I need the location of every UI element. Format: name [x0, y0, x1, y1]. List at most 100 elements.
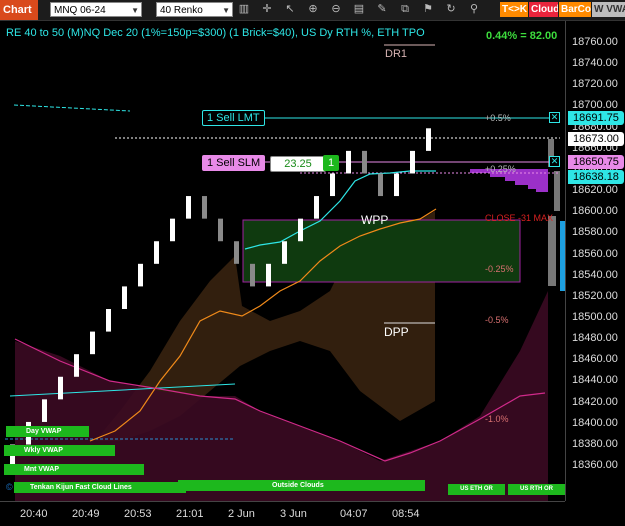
bar-type-value: 40 Renko — [160, 5, 203, 16]
slm-quantity-field[interactable]: 1 — [323, 155, 340, 171]
cloud-toggle-button[interactable]: Cloud — [529, 2, 558, 17]
cancel-sell-slm-icon[interactable]: ✕ — [549, 156, 560, 167]
instrument-selector[interactable]: MNQ 06-24 ▼ — [50, 2, 142, 17]
time-tick-label: 3 Jun — [280, 508, 307, 520]
slm-price-field[interactable]: 23.25 — [270, 156, 326, 172]
sell-lmt-price-label: 18691.75 — [568, 111, 624, 125]
price-axis[interactable]: 18760.00 18740.00 18720.00 18700.00 18680.00… — [565, 21, 625, 501]
renko-brick-down — [218, 218, 223, 242]
price-tick-label: 18580.00 — [572, 226, 618, 239]
sell-limit-order-tag[interactable]: 1 Sell LMT — [202, 110, 265, 126]
renko-brick-down — [378, 173, 383, 197]
attach-icon[interactable]: ⚲ — [467, 2, 481, 17]
dr1-label: DR1 — [385, 48, 408, 60]
zoom-in-icon[interactable]: ⊕ — [306, 2, 320, 17]
close-max-label: CLOSE -31 MAX — [485, 213, 554, 223]
time-tick-label: 08:54 — [392, 508, 420, 520]
renko-brick-up — [282, 241, 287, 264]
renko-brick-up — [154, 241, 159, 264]
renko-brick-up — [426, 128, 431, 151]
wkly-vwap-button[interactable]: Wkly VWAP — [4, 445, 115, 456]
mnt-vwap-button[interactable]: Mnt VWAP — [4, 464, 144, 475]
price-tick-label: 18700.00 — [572, 99, 618, 112]
price-tick-label: 18540.00 — [572, 268, 618, 281]
price-tick-label: 18740.00 — [572, 57, 618, 70]
us-eth-or-button[interactable]: US ETH OR — [448, 484, 505, 495]
renko-brick-up — [170, 218, 175, 242]
price-tick-label: 18380.00 — [572, 437, 618, 450]
cancel-sell-lmt-icon[interactable]: ✕ — [549, 112, 560, 123]
price-tick-label: 18620.00 — [572, 184, 618, 197]
bar-type-selector[interactable]: 40 Renko ▼ — [156, 2, 233, 17]
last-price-label: 18673.00 — [568, 132, 624, 146]
renko-brick-up — [138, 263, 143, 287]
renko-brick-down — [202, 196, 207, 219]
strategy-icon[interactable]: ⚑ — [421, 2, 435, 17]
chevron-down-icon: ▼ — [131, 6, 139, 15]
day-vwap-button[interactable]: Day VWAP — [6, 426, 89, 437]
price-tick-label: 18760.00 — [572, 36, 618, 48]
time-tick-label: 20:49 — [72, 508, 100, 520]
renko-brick-up — [330, 173, 335, 197]
plus-025-pct-label: +0.25% — [485, 164, 516, 174]
renko-brick-up — [394, 173, 399, 197]
price-tick-label: 18520.00 — [572, 289, 618, 302]
chart-style-icon[interactable]: ▥ — [237, 2, 251, 17]
sell-slm-price-label: 18650.75 — [568, 155, 624, 169]
time-tick-label: 20:40 — [20, 508, 48, 520]
price-tick-label: 18600.00 — [572, 205, 618, 218]
tenkan-kijun-cloud-button[interactable]: Tenkan Kijun Fast Cloud Lines — [14, 482, 186, 493]
renko-brick-down — [362, 150, 367, 174]
chevron-down-icon: ▼ — [222, 6, 230, 15]
renko-brick-up — [314, 196, 319, 219]
time-tick-label: 2 Jun — [228, 508, 255, 520]
chart-properties-icon[interactable]: ▤ — [352, 2, 366, 17]
chart-window-title: Chart — [0, 0, 38, 20]
chart-toolbar: Chart MNQ 06-24 ▼ 40 Renko ▼ ▥ ✛ ↖ ⊕ ⊖ ▤… — [0, 0, 625, 21]
renko-brick-up — [42, 399, 47, 422]
chart-panel[interactable]: RE 40 to 50 (M)NQ Dec 20 (1%=150p=$300) … — [0, 21, 565, 501]
time-tick-label: 04:07 — [340, 508, 368, 520]
tk-toggle-button[interactable]: T<>K — [500, 2, 528, 17]
minus-05-pct-label: -0.5% — [485, 315, 509, 325]
range-percent-readout: 0.44% = 82.00 — [486, 30, 558, 42]
price-tick-label: 18500.00 — [572, 310, 618, 323]
dpp-label: DPP — [384, 325, 409, 339]
price-tick-label: 18440.00 — [572, 374, 618, 387]
renko-brick-down — [234, 241, 239, 264]
price-tick-label: 18420.00 — [572, 395, 618, 408]
tenkan-price-label: 18638.18 — [568, 170, 624, 184]
renko-brick-up — [122, 286, 127, 309]
renko-brick-up — [298, 218, 303, 242]
price-tick-label: 18400.00 — [572, 416, 618, 429]
minus-025-pct-label: -0.25% — [485, 264, 514, 274]
renko-brick-up — [186, 196, 191, 219]
minus-10-pct-label: -1.0% — [485, 414, 509, 424]
time-axis[interactable]: 20:40 20:49 20:53 21:01 2 Jun 3 Jun 04:07 08:54 — [0, 501, 565, 526]
renko-brick-up — [74, 354, 79, 377]
renko-brick-up — [266, 263, 271, 287]
us-rth-or-button[interactable]: US RTH OR — [508, 484, 565, 495]
price-tick-label: 18720.00 — [572, 78, 618, 91]
draw-icon[interactable]: ✎ — [375, 2, 389, 17]
crosshair-icon[interactable]: ✛ — [260, 2, 274, 17]
price-tick-label: 18360.00 — [572, 459, 618, 471]
renko-brick-up — [106, 309, 111, 332]
pointer-icon[interactable]: ↖ — [283, 2, 297, 17]
renko-brick-down — [250, 263, 255, 287]
chart-info-header: RE 40 to 50 (M)NQ Dec 20 (1%=150p=$300) … — [6, 27, 425, 39]
sell-stop-order-tag[interactable]: 1 Sell SLM — [202, 155, 266, 171]
plus-05-level-line — [13, 104, 131, 112]
cycle-icon[interactable]: ↻ — [444, 2, 458, 17]
price-tick-label: 18480.00 — [572, 332, 618, 345]
time-tick-label: 20:53 — [124, 508, 152, 520]
window-linking-icon[interactable]: ⧉ — [398, 2, 412, 17]
outside-clouds-button[interactable]: Outside Clouds — [178, 480, 425, 491]
renko-brick-up — [90, 331, 95, 355]
price-tick-label: 18460.00 — [572, 353, 618, 366]
barcol-toggle-button[interactable]: BarCol — [559, 2, 591, 17]
vwap-toggle-button[interactable]: W VWA — [592, 2, 625, 17]
zoom-out-icon[interactable]: ⊖ — [329, 2, 343, 17]
renko-brick-up — [58, 376, 63, 400]
plus-05-pct-label: +0.5% — [485, 113, 511, 123]
